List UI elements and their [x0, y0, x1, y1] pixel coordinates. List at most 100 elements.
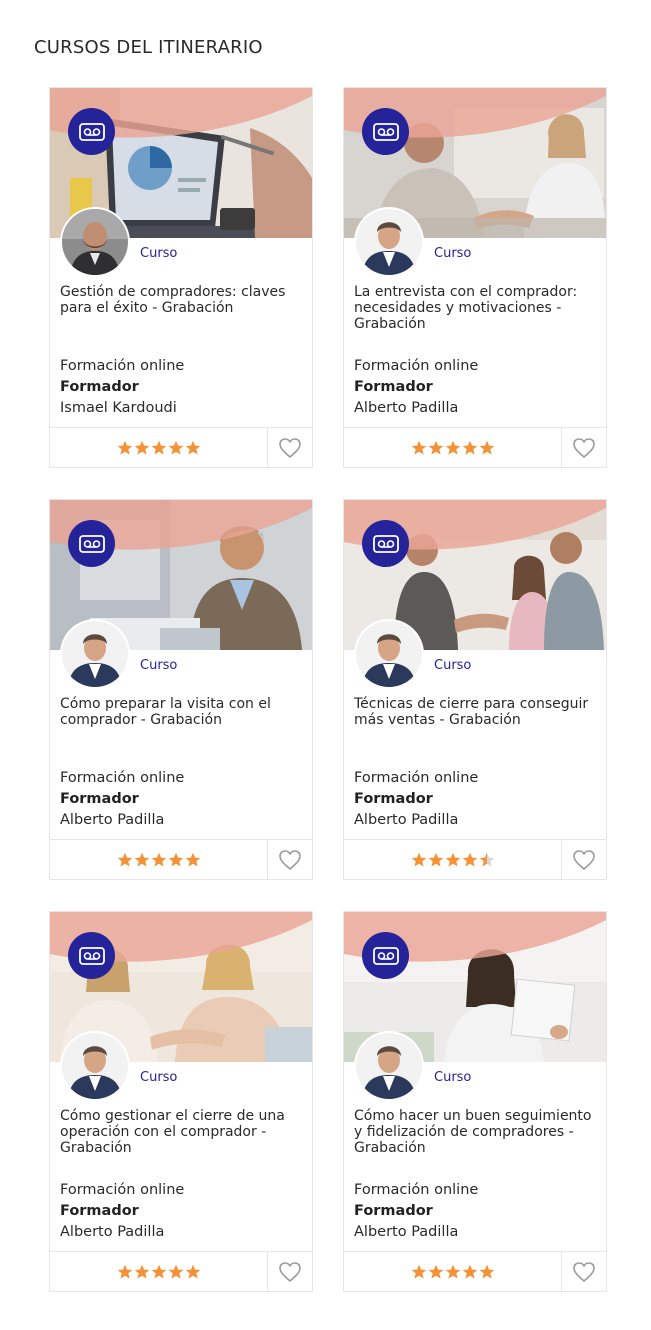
trainer-label: Formador: [354, 791, 433, 807]
star-icon: [151, 852, 167, 868]
trainer-label: Formador: [60, 1203, 139, 1219]
star-rating: [50, 428, 267, 467]
course-modality: Formación online: [60, 1182, 185, 1198]
star-icon: [445, 852, 461, 868]
course-title[interactable]: Cómo gestionar el cierre de una operació…: [60, 1108, 306, 1156]
card-footer: [344, 1251, 606, 1291]
favorite-button[interactable]: [561, 1252, 606, 1291]
star-icon: [445, 440, 461, 456]
trainer-avatar: [354, 619, 424, 689]
heart-icon: [572, 437, 596, 459]
star-icon: [151, 1264, 167, 1280]
course-title[interactable]: La entrevista con el comprador: necesida…: [354, 284, 600, 332]
star-icon: [411, 852, 427, 868]
trainer-label: Formador: [60, 791, 139, 807]
star-icon: [411, 440, 427, 456]
favorite-button[interactable]: [561, 428, 606, 467]
trainer-label: Formador: [354, 1203, 433, 1219]
trainer-label: Formador: [354, 379, 433, 395]
trainer-name: Alberto Padilla: [60, 812, 165, 828]
heart-icon: [572, 849, 596, 871]
section-title: CURSOS DEL ITINERARIO: [34, 37, 263, 58]
course-card[interactable]: Curso Cómo gestionar el cierre de una ope…: [49, 911, 313, 1292]
star-icon: [168, 1264, 184, 1280]
trainer-name: Alberto Padilla: [354, 1224, 459, 1240]
star-icon: [151, 440, 167, 456]
course-type-label: Curso: [140, 246, 178, 261]
star-icon: [185, 1264, 201, 1280]
course-type-label: Curso: [434, 1070, 472, 1085]
star-icon: [134, 852, 150, 868]
star-icon: [168, 440, 184, 456]
star-icon: [185, 852, 201, 868]
star-rating: [50, 840, 267, 879]
star-icon: [462, 1264, 478, 1280]
star-icon: [428, 1264, 444, 1280]
recording-icon: [68, 932, 115, 979]
favorite-button[interactable]: [267, 428, 312, 467]
course-modality: Formación online: [60, 358, 185, 374]
star-rating: [344, 840, 561, 879]
course-title[interactable]: Cómo preparar la visita con el comprador…: [60, 696, 306, 728]
favorite-button[interactable]: [561, 840, 606, 879]
trainer-avatar: [60, 207, 130, 277]
card-footer: [50, 839, 312, 879]
trainer-avatar: [354, 1031, 424, 1101]
trainer-avatar: [60, 1031, 130, 1101]
star-icon: [117, 440, 133, 456]
star-icon: [117, 1264, 133, 1280]
heart-icon: [278, 1261, 302, 1283]
card-footer: [50, 427, 312, 467]
trainer-avatar: [354, 207, 424, 277]
star-rating: [344, 1252, 561, 1291]
course-modality: Formación online: [354, 770, 479, 786]
course-title[interactable]: Cómo hacer un buen seguimiento y fideliz…: [354, 1108, 600, 1156]
star-icon: [428, 852, 444, 868]
star-icon: [479, 852, 495, 868]
star-icon: [134, 440, 150, 456]
star-icon: [185, 440, 201, 456]
card-footer: [344, 427, 606, 467]
star-icon: [168, 852, 184, 868]
course-card[interactable]: Curso Cómo preparar la visita con el comp…: [49, 499, 313, 880]
heart-icon: [278, 849, 302, 871]
card-footer: [50, 1251, 312, 1291]
trainer-label: Formador: [60, 379, 139, 395]
course-card[interactable]: Curso Técnicas de cierre para conseguir m…: [343, 499, 607, 880]
heart-icon: [278, 437, 302, 459]
recording-icon: [68, 520, 115, 567]
course-modality: Formación online: [60, 770, 185, 786]
star-icon: [445, 1264, 461, 1280]
star-rating: [50, 1252, 267, 1291]
trainer-name: Alberto Padilla: [354, 812, 459, 828]
favorite-button[interactable]: [267, 840, 312, 879]
star-icon: [117, 852, 133, 868]
course-type-label: Curso: [140, 1070, 178, 1085]
star-icon: [479, 1264, 495, 1280]
recording-icon: [68, 108, 115, 155]
star-rating: [344, 428, 561, 467]
star-icon: [134, 1264, 150, 1280]
star-icon: [462, 440, 478, 456]
recording-icon: [362, 520, 409, 567]
star-icon: [462, 852, 478, 868]
course-title[interactable]: Técnicas de cierre para conseguir más ve…: [354, 696, 600, 728]
trainer-avatar: [60, 619, 130, 689]
star-icon: [479, 440, 495, 456]
favorite-button[interactable]: [267, 1252, 312, 1291]
course-modality: Formación online: [354, 1182, 479, 1198]
trainer-name: Ismael Kardoudi: [60, 400, 177, 416]
star-icon: [411, 1264, 427, 1280]
course-card[interactable]: Curso Gestión de compradores: claves para…: [49, 87, 313, 468]
heart-icon: [572, 1261, 596, 1283]
course-modality: Formación online: [354, 358, 479, 374]
course-type-label: Curso: [434, 658, 472, 673]
course-card[interactable]: Curso La entrevista con el comprador: nec…: [343, 87, 607, 468]
recording-icon: [362, 108, 409, 155]
recording-icon: [362, 932, 409, 979]
course-type-label: Curso: [140, 658, 178, 673]
course-card[interactable]: Curso Cómo hacer un buen seguimiento y fi…: [343, 911, 607, 1292]
course-type-label: Curso: [434, 246, 472, 261]
course-title[interactable]: Gestión de compradores: claves para el é…: [60, 284, 306, 316]
trainer-name: Alberto Padilla: [60, 1224, 165, 1240]
